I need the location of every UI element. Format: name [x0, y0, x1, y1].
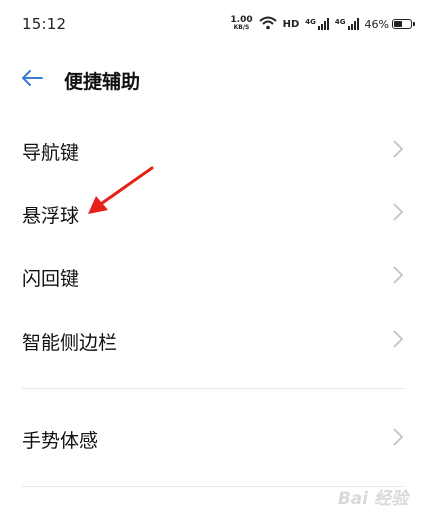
menu-item-floating-ball[interactable]: 悬浮球 — [0, 186, 434, 242]
hd-badge: HD — [282, 18, 300, 30]
signal1-label: 4G — [305, 18, 316, 26]
chevron-right-icon — [392, 427, 404, 451]
menu-item-label: 导航键 — [22, 141, 80, 164]
chevron-right-icon — [392, 329, 404, 353]
menu-item-flashback-key[interactable]: 闪回键 — [0, 249, 434, 305]
signal2-label: 4G — [334, 18, 346, 26]
signal-icon: 4G — [335, 18, 359, 30]
network-speed: 1.00 KB/S — [230, 16, 252, 32]
battery-percent: 46% — [364, 17, 389, 31]
back-button[interactable] — [10, 58, 54, 102]
battery-status: 46% — [364, 17, 415, 31]
signal-icon: 4G — [305, 18, 329, 30]
network-speed-value: 1.00 — [230, 15, 253, 25]
chevron-right-icon — [392, 139, 404, 163]
menu-item-gesture-motion[interactable]: 手势体感 — [0, 411, 434, 467]
wifi-icon — [258, 16, 277, 33]
chevron-right-icon — [392, 202, 404, 226]
page-header: 便捷辅助 — [0, 56, 434, 104]
network-speed-unit: KB/S — [233, 24, 250, 31]
menu-item-label: 悬浮球 — [22, 204, 80, 227]
menu-item-label: 闪回键 — [22, 267, 80, 290]
status-bar: 15:12 1.00 KB/S HD 4G 4G 46% — [0, 0, 434, 48]
menu-item-navigation-keys[interactable]: 导航键 — [0, 123, 434, 179]
chevron-right-icon — [392, 265, 404, 289]
status-icons: 1.00 KB/S HD 4G 4G 46% — [230, 16, 415, 33]
back-arrow-icon — [21, 70, 43, 90]
annotation-arrow-icon — [88, 166, 154, 214]
section-divider — [22, 388, 404, 389]
status-time: 15:12 — [22, 15, 67, 33]
watermark: Bai 经验 — [337, 489, 408, 509]
menu-item-smart-sidebar[interactable]: 智能侧边栏 — [0, 313, 434, 369]
menu-item-label: 智能侧边栏 — [22, 331, 118, 354]
battery-icon — [392, 19, 415, 29]
menu-item-label: 手势体感 — [22, 429, 99, 452]
page-title: 便捷辅助 — [64, 70, 141, 93]
